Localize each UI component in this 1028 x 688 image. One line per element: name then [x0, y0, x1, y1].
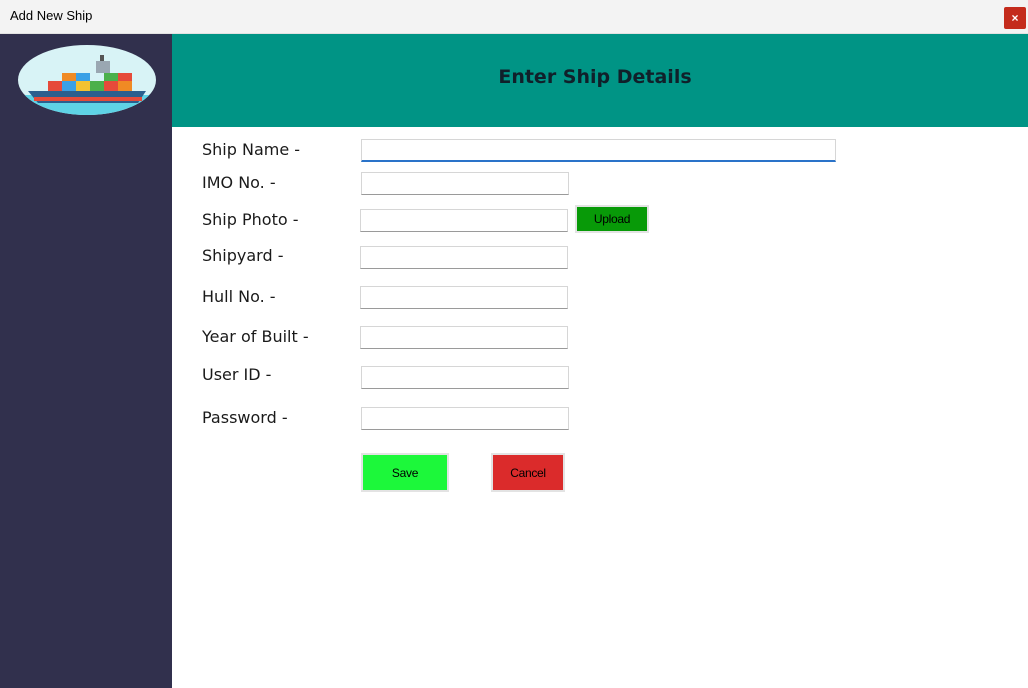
close-button[interactable]: × — [1004, 7, 1026, 29]
shipyard-label: Shipyard - — [202, 246, 284, 265]
cancel-button[interactable]: Cancel — [491, 453, 565, 492]
shipyard-field[interactable] — [360, 246, 568, 269]
ship-name-label: Ship Name - — [202, 140, 301, 159]
year-built-field[interactable] — [360, 326, 568, 349]
year-built-label: Year of Built - — [202, 327, 309, 346]
hull-no-label: Hull No. - — [202, 287, 276, 306]
hull-no-field[interactable] — [360, 286, 568, 309]
title-bar: Add New Ship × — [0, 0, 1028, 34]
ship-photo-field[interactable] — [360, 209, 568, 232]
page-title: Enter Ship Details — [498, 66, 692, 88]
ship-name-field[interactable] — [361, 139, 836, 162]
user-id-field[interactable] — [361, 366, 569, 389]
upload-button[interactable]: Upload — [575, 205, 649, 233]
user-id-label: User ID - — [202, 365, 272, 384]
ship-photo-label: Ship Photo - — [202, 210, 299, 229]
imo-label: IMO No. - — [202, 173, 276, 192]
imo-field[interactable] — [361, 172, 569, 195]
window-title: Add New Ship — [10, 8, 93, 23]
header-banner: Enter Ship Details — [172, 34, 1028, 127]
password-field[interactable] — [361, 407, 569, 430]
sidebar — [0, 34, 172, 688]
save-button[interactable]: Save — [361, 453, 449, 492]
password-label: Password - — [202, 408, 288, 427]
ship-logo-icon — [18, 45, 156, 115]
